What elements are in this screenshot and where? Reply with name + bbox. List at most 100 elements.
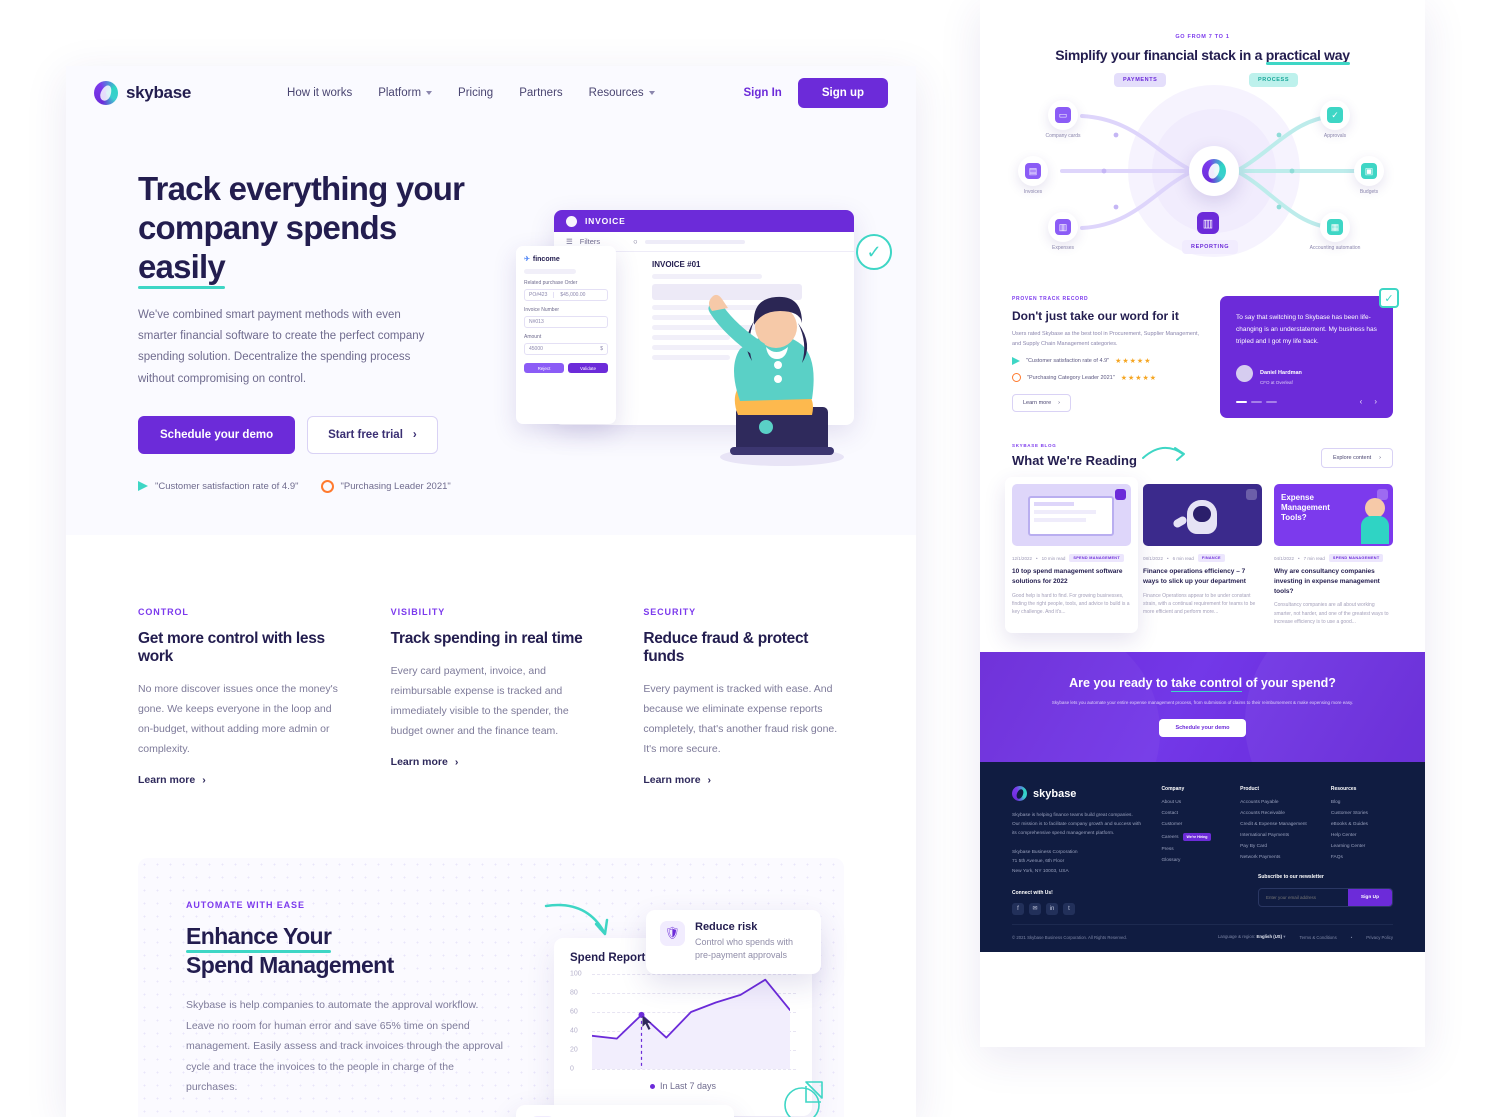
footer-link[interactable]: About Us	[1161, 800, 1220, 805]
facebook-icon[interactable]: f	[1012, 902, 1024, 915]
carousel-prev-button[interactable]: ‹	[1360, 397, 1363, 406]
linkedin-icon[interactable]: in	[1046, 902, 1058, 915]
rating-text: "Customer satisfaction rate of 4.9"	[1026, 358, 1110, 365]
footer-link[interactable]: Press	[1161, 847, 1220, 852]
footer-link[interactable]: Accounts Receivable	[1240, 811, 1311, 816]
proof-learn-more-button[interactable]: Learn more ›	[1012, 394, 1071, 413]
nav-item-resources[interactable]: Resources	[589, 87, 655, 99]
nav-label: Pricing	[458, 87, 494, 99]
carousel-dots[interactable]	[1236, 400, 1277, 403]
brand-logo[interactable]: skybase	[94, 81, 191, 105]
right-page-panel: GO FROM 7 TO 1 Simplify your financial s…	[980, 0, 1425, 1047]
invoice-number-field[interactable]: N#013	[524, 316, 608, 328]
getapp-icon	[1012, 373, 1021, 383]
node-budgets[interactable]: ▣	[1354, 156, 1384, 186]
footer-link[interactable]: Glossary	[1161, 858, 1220, 863]
footer-link[interactable]: Credit & Expense Management	[1240, 822, 1311, 827]
check-badge-icon: ✓	[856, 234, 892, 270]
feature-learn-more-link[interactable]: Learn more ›	[391, 756, 592, 768]
feature-text: Every card payment, invoice, and reimbur…	[390, 665, 569, 737]
node-invoices[interactable]: ▤	[1018, 156, 1048, 186]
y-tick-label: 80	[570, 989, 578, 997]
po-amount: $45,000.00	[553, 292, 585, 298]
po-field[interactable]: PO#423 $45,000.00	[524, 289, 608, 301]
nav-item-pricing[interactable]: Pricing	[458, 87, 493, 99]
node-accounting-automation[interactable]: ▦	[1320, 212, 1350, 242]
sign-in-link[interactable]: Sign In	[743, 87, 781, 99]
stack-title: Simplify your financial stack in a pract…	[1004, 47, 1401, 65]
blog-meta: 04/1/2022 • 7 min read SPEND MANAGEMENT	[1274, 554, 1393, 563]
amount-field[interactable]: 45000 $	[524, 343, 608, 355]
feature-learn-more-link[interactable]: Learn more ›	[643, 774, 844, 786]
carousel-next-button[interactable]: ›	[1374, 397, 1377, 406]
invoice-document-icon: ▤	[1025, 163, 1041, 179]
testimonial-role: CFO at Overleaf	[1260, 380, 1293, 386]
nav-item-how-it-works[interactable]: How it works	[287, 87, 352, 99]
hero-title-line1: Track everything your	[138, 170, 465, 207]
footer-link[interactable]: Help Center	[1331, 833, 1393, 838]
footer-link[interactable]: Blog	[1331, 800, 1393, 805]
po-number: PO#423	[529, 292, 548, 298]
validate-button[interactable]: Validate	[568, 363, 608, 373]
credit-card-icon: ▭	[1055, 107, 1071, 123]
footer-link[interactable]: eBooks & Guides	[1331, 822, 1393, 827]
learn-more-label: Learn more	[390, 755, 448, 768]
schedule-demo-button[interactable]: Schedule your demo	[138, 415, 296, 454]
footer-link[interactable]: Customer	[1161, 822, 1220, 827]
spend-report-illustration: Spend Report i 100 80 60 40 20 0	[516, 900, 826, 1117]
footer-link[interactable]: Pay By Card	[1240, 844, 1311, 849]
testimonial-controls: ‹ ›	[1236, 397, 1377, 406]
cta-schedule-demo-button[interactable]: Schedule your demo	[1159, 719, 1246, 738]
proof-getapp: "Purchasing Leader 2021"	[320, 479, 451, 493]
chevron-right-icon: ›	[454, 755, 459, 768]
terms-link[interactable]: Terms & Conditions	[1299, 935, 1336, 940]
footer-link-careers[interactable]: Careers We're Hiring	[1161, 833, 1220, 842]
y-tick-label: 0	[570, 1065, 574, 1073]
footer-social-list: f ✉ in t	[1012, 902, 1141, 915]
feature-learn-more-link[interactable]: Learn more ›	[138, 774, 339, 786]
explore-content-label: Explore content	[1332, 455, 1372, 462]
spend-line-chart	[592, 974, 790, 1069]
site-footer: skybase Skybase is helping finance teams…	[980, 762, 1425, 953]
newsletter-block: Subscribe to our newsletter Sign Up	[1258, 874, 1393, 908]
fincome-logo-icon: ✈	[524, 256, 530, 263]
reject-button[interactable]: Reject	[524, 363, 564, 373]
address-line-2: 71 5th Avenue, 6th Floor	[1012, 859, 1065, 865]
hero-illustration: INVOICE ☰ Filters ○ INVOICE #01 ✈ fincom…	[516, 202, 916, 467]
nav-item-platform[interactable]: Platform	[378, 87, 433, 99]
blog-read-time: 7 min read	[1303, 555, 1325, 561]
language-selector[interactable]: Language & region: English (US) ▾	[1218, 934, 1286, 940]
footer-link[interactable]: International Payments	[1240, 833, 1311, 838]
footer-link[interactable]: Customer Stories	[1331, 811, 1393, 816]
privacy-link[interactable]: Privacy Policy	[1366, 935, 1393, 940]
blog-card[interactable]: 08/1/2022 • 6 min read FINANCE Finance op…	[1143, 484, 1262, 626]
footer-link[interactable]: Learning Center	[1331, 844, 1393, 849]
nav-item-partners[interactable]: Partners	[519, 87, 562, 99]
carousel-arrows: ‹ ›	[1360, 397, 1377, 406]
blog-card[interactable]: Expense Management Tools? 04/1/2022 • 7 min…	[1274, 484, 1393, 626]
twitter-icon[interactable]: t	[1063, 902, 1075, 915]
explore-content-button[interactable]: Explore content ›	[1320, 448, 1393, 469]
top-navigation-bar: skybase How it works Platform Pricing Pa…	[66, 66, 916, 120]
node-company-cards[interactable]: ▭	[1048, 100, 1078, 130]
footer-logo[interactable]: skybase	[1012, 786, 1141, 802]
invoice-form-actions: Reject Validate	[524, 363, 608, 373]
newsletter-signup-button[interactable]: Sign Up	[1347, 889, 1392, 907]
learn-more-label: Learn more	[138, 773, 196, 786]
node-expenses[interactable]: ▥	[1048, 212, 1078, 242]
footer-connect-heading: Connect with Us!	[1012, 889, 1053, 896]
footer-link[interactable]: Network Payments	[1240, 855, 1311, 860]
footer-link[interactable]: FAQs	[1331, 855, 1393, 860]
check-square-icon: ✓	[1327, 107, 1343, 123]
blog-card[interactable]: 12/1/2022 • 10 min read SPEND MANAGEMENT …	[1005, 477, 1138, 634]
newsletter-email-input[interactable]	[1259, 889, 1348, 907]
footer-link[interactable]: Contact	[1161, 811, 1220, 816]
blog-post-excerpt: Finance Operations appear to be under co…	[1143, 592, 1256, 616]
sign-up-button[interactable]: Sign up	[797, 78, 888, 108]
start-free-trial-button[interactable]: Start free trial ›	[307, 415, 438, 454]
footer-link[interactable]: Accounts Payable	[1240, 800, 1311, 805]
proof-button-label: Learn more	[1023, 400, 1052, 407]
stack-kicker: GO FROM 7 TO 1	[1175, 34, 1230, 40]
mail-icon[interactable]: ✉	[1029, 902, 1041, 915]
node-approvals[interactable]: ✓	[1320, 100, 1350, 130]
